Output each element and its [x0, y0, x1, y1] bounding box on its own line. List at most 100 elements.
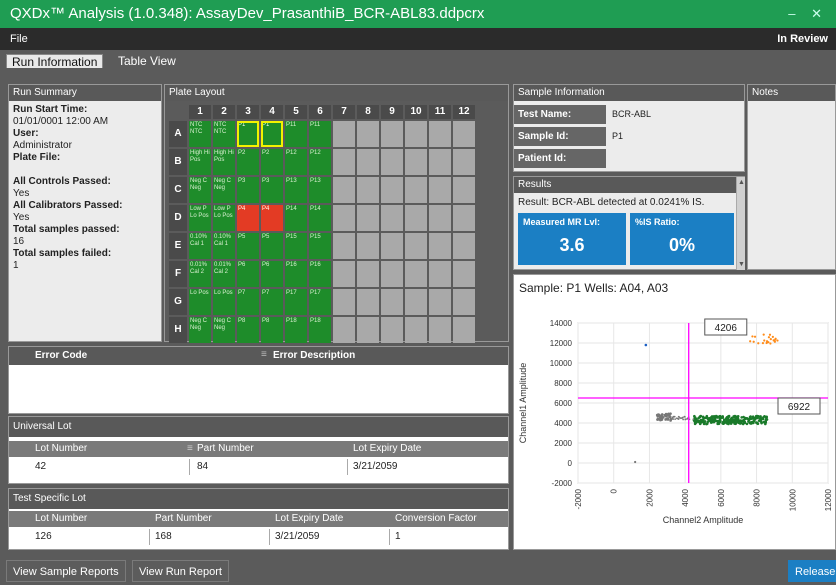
well-C03[interactable]: P3: [237, 177, 259, 203]
well-H08[interactable]: [357, 317, 379, 343]
well-G07[interactable]: [333, 289, 355, 315]
well-D10[interactable]: [405, 205, 427, 231]
well-B04[interactable]: P2: [261, 149, 283, 175]
view-sample-reports-button[interactable]: View Sample Reports: [6, 560, 126, 582]
well-H03[interactable]: P8: [237, 317, 259, 343]
view-run-report-button[interactable]: View Run Report: [132, 560, 229, 582]
plate-col-6[interactable]: 6: [309, 105, 331, 119]
well-G10[interactable]: [405, 289, 427, 315]
well-H07[interactable]: [333, 317, 355, 343]
well-A07[interactable]: [333, 121, 355, 147]
well-F04[interactable]: P6: [261, 261, 283, 287]
plate-col-2[interactable]: 2: [213, 105, 235, 119]
error-code-col[interactable]: Error Code: [35, 348, 87, 364]
well-D09[interactable]: [381, 205, 403, 231]
well-C07[interactable]: [333, 177, 355, 203]
plate-row-C[interactable]: C: [169, 177, 187, 203]
well-G12[interactable]: [453, 289, 475, 315]
tl-col-expiry[interactable]: Lot Expiry Date: [275, 511, 343, 527]
plate-col-1[interactable]: 1: [189, 105, 211, 119]
well-C09[interactable]: [381, 177, 403, 203]
well-H05[interactable]: P18: [285, 317, 307, 343]
well-H10[interactable]: [405, 317, 427, 343]
well-E01[interactable]: 0.10% Cal 1: [189, 233, 211, 259]
well-A12[interactable]: [453, 121, 475, 147]
well-B11[interactable]: [429, 149, 451, 175]
well-F02[interactable]: 0.01% Cal 2: [213, 261, 235, 287]
plate-col-5[interactable]: 5: [285, 105, 307, 119]
well-E05[interactable]: P15: [285, 233, 307, 259]
well-E10[interactable]: [405, 233, 427, 259]
well-G09[interactable]: [381, 289, 403, 315]
well-A06[interactable]: P11: [309, 121, 331, 147]
well-B12[interactable]: [453, 149, 475, 175]
well-G03[interactable]: P7: [237, 289, 259, 315]
well-F01[interactable]: 0.01% Cal 2: [189, 261, 211, 287]
tab-run-information[interactable]: Run Information: [6, 54, 104, 69]
tl-col-lot-number[interactable]: Lot Number: [35, 511, 87, 527]
well-D06[interactable]: P14: [309, 205, 331, 231]
droplet-scatter-plot[interactable]: -2000 0 2000 4000 6000 8000 10000 12000 14000 120…: [514, 299, 835, 549]
well-B09[interactable]: [381, 149, 403, 175]
well-F09[interactable]: [381, 261, 403, 287]
well-C10[interactable]: [405, 177, 427, 203]
well-F12[interactable]: [453, 261, 475, 287]
well-D01[interactable]: Low P Lo Pos: [189, 205, 211, 231]
well-D11[interactable]: [429, 205, 451, 231]
error-description-col[interactable]: Error Description: [273, 348, 355, 364]
well-B06[interactable]: P12: [309, 149, 331, 175]
well-D03[interactable]: P4: [237, 205, 259, 231]
well-F11[interactable]: [429, 261, 451, 287]
well-G05[interactable]: P17: [285, 289, 307, 315]
well-E02[interactable]: 0.10% Cal 1: [213, 233, 235, 259]
well-B03[interactable]: P2: [237, 149, 259, 175]
plate-row-E[interactable]: E: [169, 233, 187, 259]
well-H12[interactable]: [453, 317, 475, 343]
plate-row-H[interactable]: H: [169, 317, 187, 343]
well-A09[interactable]: [381, 121, 403, 147]
well-D05[interactable]: P14: [285, 205, 307, 231]
plate-col-7[interactable]: 7: [333, 105, 355, 119]
well-D07[interactable]: [333, 205, 355, 231]
well-A05[interactable]: P11: [285, 121, 307, 147]
well-A11[interactable]: [429, 121, 451, 147]
well-C04[interactable]: P3: [261, 177, 283, 203]
well-E08[interactable]: [357, 233, 379, 259]
well-B07[interactable]: [333, 149, 355, 175]
plate-row-D[interactable]: D: [169, 205, 187, 231]
well-F03[interactable]: P6: [237, 261, 259, 287]
well-B10[interactable]: [405, 149, 427, 175]
tl-col-part-number[interactable]: Part Number: [155, 511, 212, 527]
scroll-up-icon[interactable]: ▲: [738, 179, 745, 186]
well-A02[interactable]: NTC NTC: [213, 121, 235, 147]
test-lot-row[interactable]: 126 168 3/21/2059 1: [9, 529, 508, 545]
well-D12[interactable]: [453, 205, 475, 231]
well-B08[interactable]: [357, 149, 379, 175]
well-D02[interactable]: Low P Lo Pos: [213, 205, 235, 231]
well-C06[interactable]: P13: [309, 177, 331, 203]
well-B01[interactable]: High Hi Pos: [189, 149, 211, 175]
well-C12[interactable]: [453, 177, 475, 203]
well-B05[interactable]: P12: [285, 149, 307, 175]
well-G08[interactable]: [357, 289, 379, 315]
tab-table-view[interactable]: Table View: [113, 54, 181, 68]
plate-row-A[interactable]: A: [169, 121, 187, 147]
well-C11[interactable]: [429, 177, 451, 203]
ul-col-lot-number[interactable]: Lot Number: [35, 441, 87, 457]
well-E07[interactable]: [333, 233, 355, 259]
well-C02[interactable]: Neg C Neg: [213, 177, 235, 203]
well-E11[interactable]: [429, 233, 451, 259]
results-scrollbar[interactable]: ▲ ▼: [736, 177, 745, 270]
well-E06[interactable]: P15: [309, 233, 331, 259]
well-H02[interactable]: Neg C Neg: [213, 317, 235, 343]
well-A10[interactable]: [405, 121, 427, 147]
well-C01[interactable]: Neg C Neg: [189, 177, 211, 203]
plate-row-G[interactable]: G: [169, 289, 187, 315]
well-F10[interactable]: [405, 261, 427, 287]
plate-col-4[interactable]: 4: [261, 105, 283, 119]
well-B02[interactable]: High Hi Pos: [213, 149, 235, 175]
notes-panel[interactable]: Notes: [747, 84, 836, 270]
well-E03[interactable]: P5: [237, 233, 259, 259]
plate-col-8[interactable]: 8: [357, 105, 379, 119]
well-E09[interactable]: [381, 233, 403, 259]
